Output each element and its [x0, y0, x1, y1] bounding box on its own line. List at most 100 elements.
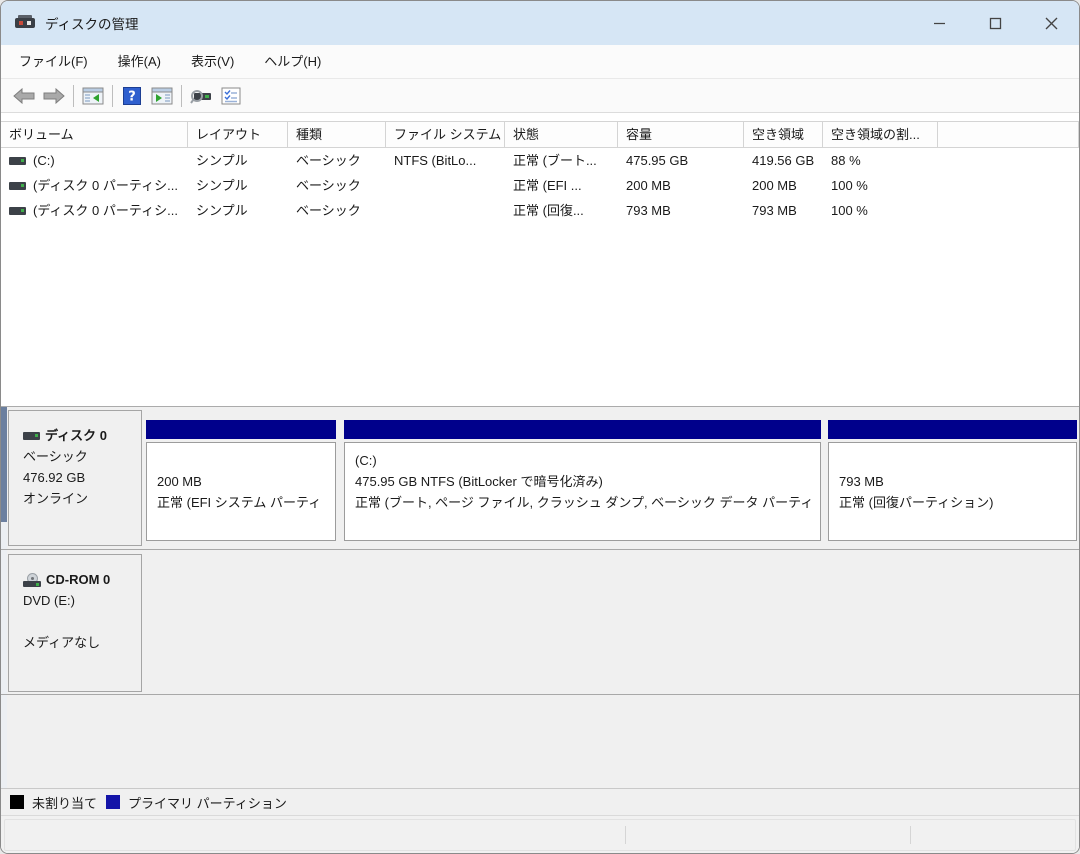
cdrom-info-cell[interactable]: CD-ROM 0 DVD (E:) メディアなし	[8, 554, 142, 692]
show-action-pane-icon[interactable]	[147, 82, 177, 110]
volume-filesystem	[386, 198, 505, 223]
column-header-volume[interactable]: ボリューム	[1, 122, 188, 147]
disk0-info-cell[interactable]: ディスク 0 ベーシック 476.92 GB オンライン	[8, 410, 142, 546]
volume-capacity: 200 MB	[626, 178, 671, 193]
svg-text:?: ?	[128, 89, 136, 104]
disk-search-icon[interactable]	[186, 82, 216, 110]
disk0-status: オンライン	[23, 491, 89, 506]
volume-type: ベーシック	[296, 153, 361, 168]
volume-free: 200 MB	[752, 178, 797, 193]
status-bar-divider	[910, 826, 911, 844]
menu-file[interactable]: ファイル(F)	[7, 45, 100, 79]
volume-status: 正常 (回復...	[513, 203, 584, 218]
volume-free: 419.56 GB	[752, 153, 815, 168]
volume-status: 正常 (ブート...	[513, 153, 597, 168]
column-header-filesystem[interactable]: ファイル システム	[386, 122, 505, 147]
legend-bar: 未割り当て プライマリ パーティション	[1, 788, 1079, 815]
volume-free-percent: 100 %	[831, 178, 868, 193]
disk0-name: ディスク 0	[45, 428, 107, 443]
column-header-empty	[938, 122, 1079, 147]
unallocated-color-swatch	[10, 795, 24, 809]
graphical-view-pane: ディスク 0 ベーシック 476.92 GB オンライン 200 MB 正常 (…	[1, 406, 1079, 789]
volume-free-percent: 100 %	[831, 203, 868, 218]
partition-status: 正常 (EFI システム パーティ	[157, 495, 322, 510]
volume-list-pane: ボリューム レイアウト 種類 ファイル システム 状態 容量 空き領域 空き領域…	[1, 114, 1079, 406]
back-icon[interactable]	[9, 82, 39, 110]
forward-icon[interactable]	[39, 82, 69, 110]
partition-c[interactable]: (C:) 475.95 GB NTFS (BitLocker で暗号化済み) 正…	[344, 420, 821, 547]
volume-icon	[9, 181, 26, 190]
toolbar-separator	[73, 84, 74, 107]
menu-bar: ファイル(F) 操作(A) 表示(V) ヘルプ(H)	[1, 45, 1079, 79]
volume-capacity: 475.95 GB	[626, 153, 689, 168]
volume-layout: シンプル	[196, 178, 248, 193]
volume-status: 正常 (EFI ...	[513, 178, 582, 193]
menu-action[interactable]: 操作(A)	[106, 45, 173, 79]
volume-list-header: ボリューム レイアウト 種類 ファイル システム 状態 容量 空き領域 空き領域…	[1, 121, 1079, 148]
volume-row-recovery[interactable]: (ディスク 0 パーティシ... シンプル ベーシック 正常 (回復... 79…	[1, 198, 1079, 223]
menu-view[interactable]: 表示(V)	[179, 45, 246, 79]
column-header-layout[interactable]: レイアウト	[188, 122, 288, 147]
toolbar: ?	[1, 79, 1079, 113]
disk-icon	[23, 431, 40, 440]
cdrom-name: CD-ROM 0	[46, 572, 111, 587]
maximize-button[interactable]	[967, 1, 1023, 45]
partition-label	[839, 450, 1076, 471]
volume-name: (ディスク 0 パーティシ...	[33, 178, 178, 193]
window-title: ディスクの管理	[45, 17, 139, 32]
show-console-tree-icon[interactable]	[78, 82, 108, 110]
status-bar	[1, 815, 1079, 853]
column-header-type[interactable]: 種類	[288, 122, 386, 147]
toolbar-separator	[112, 84, 113, 107]
column-header-capacity[interactable]: 容量	[618, 122, 744, 147]
partition-status: 正常 (ブート, ページ ファイル, クラッシュ ダンプ, ベーシック データ …	[355, 495, 814, 510]
partition-size: 475.95 GB NTFS (BitLocker で暗号化済み)	[355, 474, 603, 489]
partition-efi[interactable]: 200 MB 正常 (EFI システム パーティ	[146, 420, 336, 547]
legend-unallocated: 未割り当て	[10, 793, 97, 812]
disk-management-window: ディスクの管理 ファイル(F) 操作(A) 表示(V) ヘルプ(H) ? ボリュ…	[0, 0, 1080, 854]
status-bar-divider	[625, 826, 626, 844]
volume-name: (C:)	[33, 153, 55, 168]
column-header-free-space[interactable]: 空き領域	[744, 122, 823, 147]
volume-capacity: 793 MB	[626, 203, 671, 218]
menu-help[interactable]: ヘルプ(H)	[252, 45, 333, 79]
volume-row-c[interactable]: (C:) シンプル ベーシック NTFS (BitLo... 正常 (ブート..…	[1, 148, 1079, 173]
column-header-free-percent[interactable]: 空き領域の割...	[823, 122, 938, 147]
column-header-status[interactable]: 状態	[505, 122, 618, 147]
primary-partition-color-swatch	[106, 795, 121, 809]
partition-size: 793 MB	[839, 474, 884, 489]
toolbar-separator	[181, 84, 182, 107]
minimize-button[interactable]	[911, 1, 967, 45]
help-icon[interactable]: ?	[117, 82, 147, 110]
partition-header-bar	[828, 420, 1077, 439]
close-button[interactable]	[1023, 1, 1079, 45]
partition-label	[157, 450, 335, 471]
volume-row-efi[interactable]: (ディスク 0 パーティシ... シンプル ベーシック 正常 (EFI ... …	[1, 173, 1079, 198]
disk0-row: ディスク 0 ベーシック 476.92 GB オンライン 200 MB 正常 (…	[1, 407, 1079, 550]
volume-icon	[9, 206, 26, 215]
disk0-type: ベーシック	[23, 449, 88, 464]
legend-label: プライマリ パーティション	[128, 795, 287, 811]
volume-name: (ディスク 0 パーティシ...	[33, 203, 178, 218]
cdrom-icon	[23, 572, 41, 587]
partition-label: (C:)	[355, 453, 377, 468]
cdrom-row: CD-ROM 0 DVD (E:) メディアなし	[1, 551, 1079, 695]
legend-primary-partition: プライマリ パーティション	[106, 793, 287, 812]
partition-status: 正常 (回復パーティション)	[839, 495, 994, 510]
partition-header-bar	[344, 420, 821, 439]
legend-label: 未割り当て	[32, 795, 98, 811]
disk0-size: 476.92 GB	[23, 470, 86, 485]
cdrom-drive-letter: DVD (E:)	[23, 593, 75, 608]
cdrom-media-status: メディアなし	[23, 635, 101, 650]
volume-free-percent: 88 %	[831, 153, 861, 168]
volume-icon	[9, 156, 26, 165]
partition-size: 200 MB	[157, 474, 202, 489]
volume-type: ベーシック	[296, 178, 361, 193]
volume-filesystem	[386, 173, 505, 198]
properties-icon[interactable]	[216, 82, 246, 110]
title-bar: ディスクの管理	[1, 1, 1079, 45]
volume-type: ベーシック	[296, 203, 361, 218]
partition-header-bar	[146, 420, 336, 439]
partition-recovery[interactable]: 793 MB 正常 (回復パーティション)	[828, 420, 1077, 547]
volume-free: 793 MB	[752, 203, 797, 218]
